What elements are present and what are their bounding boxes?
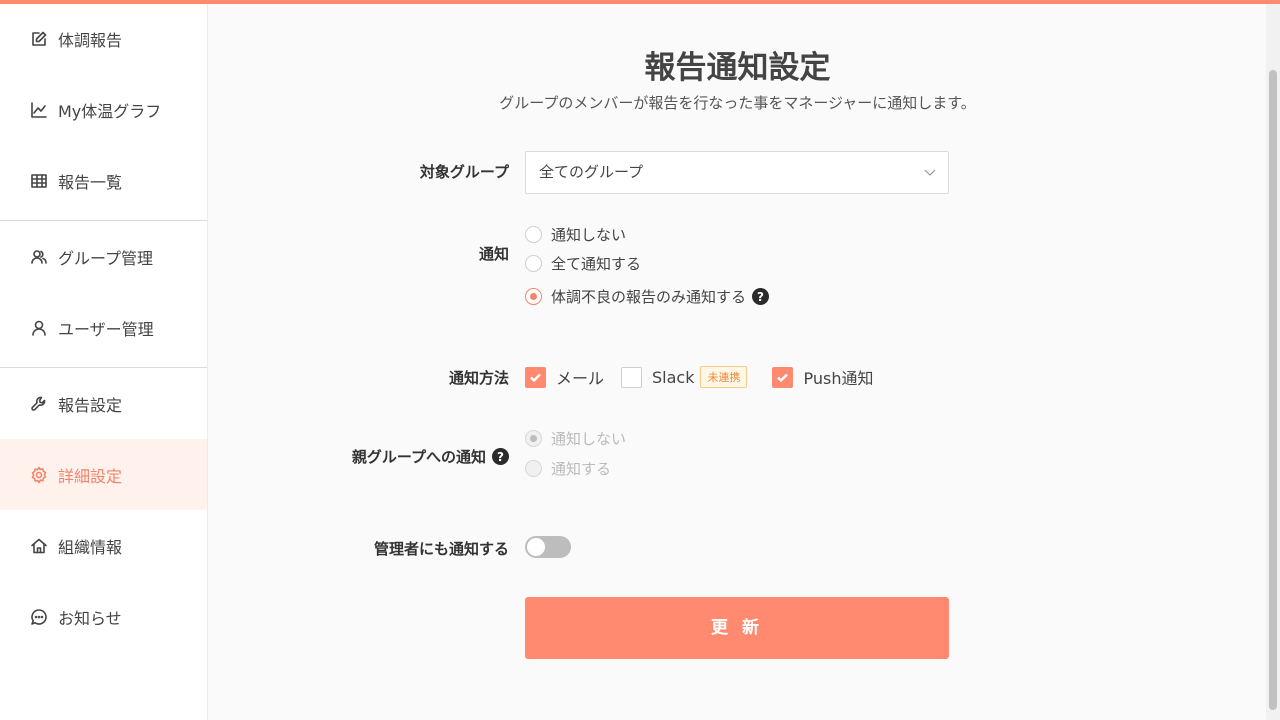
sidebar-item-announcements[interactable]: お知らせ (0, 581, 207, 652)
mail-checkbox[interactable] (525, 366, 546, 388)
message-icon (30, 608, 48, 626)
user-icon (30, 319, 48, 337)
notification-method-label: 通知方法 (448, 369, 509, 387)
parent-group-option-label: 通知する (551, 460, 612, 478)
scrollbar[interactable] (1266, 4, 1280, 720)
check-icon (777, 373, 789, 382)
toggle-knob (527, 538, 545, 556)
sidebar-item-label: ユーザー管理 (58, 319, 154, 339)
notification-method-group: メール Slack 未連携 Push通知 (525, 365, 873, 389)
radio-button-selected[interactable] (525, 430, 542, 447)
parent-group-option-none[interactable]: 通知しない (525, 428, 626, 449)
line-chart-icon (30, 101, 48, 119)
target-group-label: 対象グループ (419, 163, 509, 181)
push-checkbox-label: Push通知 (803, 369, 874, 388)
radio-button[interactable] (525, 255, 542, 272)
scrollbar-thumb[interactable] (1269, 70, 1277, 710)
slack-checkbox[interactable] (621, 366, 643, 388)
users-icon (30, 248, 48, 266)
sidebar-item-label: グループ管理 (58, 248, 154, 268)
parent-group-option-label: 通知しない (551, 430, 627, 448)
page-subtitle: グループのメンバーが報告を行なった事をマネージャーに通知します。 (499, 94, 976, 112)
sidebar-item-report-list[interactable]: 報告一覧 (0, 145, 207, 216)
sidebar-item-label: お知らせ (58, 608, 122, 628)
sidebar-item-label: 報告一覧 (58, 172, 123, 192)
check-icon (530, 373, 541, 382)
notification-option-unwell-only[interactable]: 体調不良の報告のみ通知する ? (525, 286, 770, 307)
help-icon[interactable]: ? (752, 288, 770, 305)
sidebar-item-organization-info[interactable]: 組織情報 (0, 510, 207, 581)
sidebar-item-label: 報告設定 (58, 395, 123, 415)
page-title: 報告通知設定 (644, 50, 831, 86)
mail-checkbox-label: メール (556, 369, 605, 388)
target-group-value: 全てのグループ (539, 163, 644, 181)
sidebar-item-advanced-settings[interactable]: 詳細設定 (0, 439, 207, 510)
sidebar-item-group-management[interactable]: グループ管理 (0, 221, 207, 292)
admin-notify-toggle[interactable] (525, 536, 571, 558)
push-checkbox[interactable] (772, 366, 794, 388)
parent-group-option-notify[interactable]: 通知する (525, 458, 611, 479)
sidebar-item-temperature-graph[interactable]: My体温グラフ (0, 74, 207, 145)
notification-option-all[interactable]: 全て通知する (525, 253, 641, 274)
slack-checkbox-label: Slack (652, 367, 695, 387)
home-icon (30, 537, 48, 555)
radio-button[interactable] (525, 460, 542, 477)
sidebar-item-label: 詳細設定 (58, 466, 123, 486)
notification-option-label: 体調不良の報告のみ通知する (551, 288, 747, 306)
sidebar-item-label: My体温グラフ (58, 101, 162, 121)
table-icon (30, 172, 48, 190)
notification-option-none[interactable]: 通知しない (525, 224, 626, 245)
parent-group-label-row: 親グループへの通知 ? (209, 446, 509, 467)
sidebar-item-report-settings[interactable]: 報告設定 (0, 368, 207, 439)
notification-option-label: 通知しない (551, 226, 627, 244)
sidebar-item-user-management[interactable]: ユーザー管理 (0, 292, 207, 363)
notification-label: 通知 (478, 245, 509, 263)
main-content: 報告通知設定 グループのメンバーが報告を行なった事をマネージャーに通知します。 … (209, 4, 1266, 720)
radio-button-selected[interactable] (525, 288, 542, 305)
radio-button[interactable] (525, 226, 542, 243)
help-icon[interactable]: ? (492, 448, 509, 465)
sidebar-item-health-report[interactable]: 体調報告 (0, 4, 207, 74)
sidebar-item-label: 組織情報 (58, 537, 123, 557)
sidebar: 体調報告 My体温グラフ 報告一覧 グループ管理 ユーザー管理 報告設定 詳細設… (0, 4, 208, 720)
gear-icon (30, 466, 48, 484)
admin-notify-label: 管理者にも通知する (373, 540, 509, 558)
target-group-select[interactable]: 全てのグループ (525, 151, 949, 194)
edit-icon (30, 30, 48, 48)
wrench-icon (30, 395, 48, 413)
update-button[interactable]: 更 新 (525, 597, 949, 659)
parent-group-label: 親グループへの通知 (351, 448, 486, 466)
sidebar-item-label: 体調報告 (58, 31, 123, 50)
notification-option-label: 全て通知する (551, 255, 642, 273)
chevron-down-icon (924, 169, 936, 176)
slack-status-badge: 未連携 (700, 366, 748, 388)
